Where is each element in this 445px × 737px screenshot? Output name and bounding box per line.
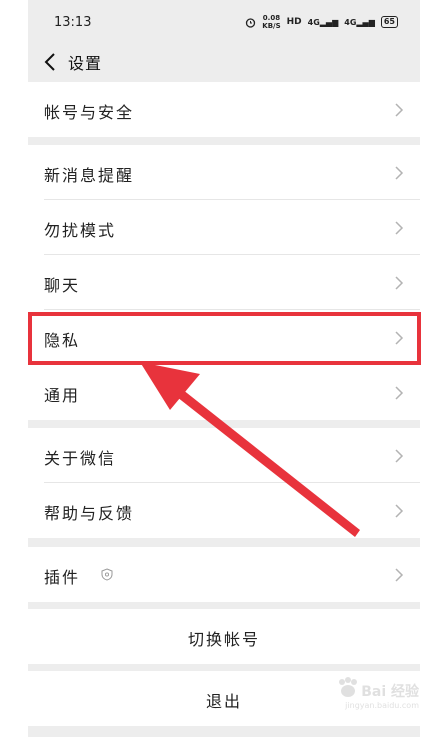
group-messages: 新消息提醒 勿扰模式 聊天 隐私 通用 [28, 145, 420, 420]
menu-item-help-feedback[interactable]: 帮助与反馈 [28, 483, 420, 538]
nav-header: 设置 [28, 44, 420, 82]
net-speed-unit: KB/S [262, 22, 281, 30]
paw-logo-icon [339, 677, 357, 697]
menu-item-chat[interactable]: 聊天 [28, 255, 420, 310]
back-arrow-icon[interactable] [40, 50, 60, 74]
menu-item-new-message-alert[interactable]: 新消息提醒 [28, 145, 420, 200]
chevron-right-icon [395, 166, 404, 180]
menu-item-plugins[interactable]: 插件 [28, 547, 420, 602]
watermark-text: Bai 经验 [361, 684, 419, 700]
chevron-right-icon [395, 221, 404, 235]
menu-item-label: 新消息提醒 [44, 166, 135, 185]
menu-item-label: 帮助与反馈 [44, 504, 135, 523]
net-speed: 0.08 KB/S [262, 14, 280, 30]
net-speed-value: 0.08 [262, 14, 281, 22]
chevron-right-icon [395, 568, 404, 582]
menu-item-label: 关于微信 [44, 449, 117, 468]
hd-icon: HD [286, 17, 302, 27]
chevron-right-icon [395, 504, 404, 518]
status-time: 13:13 [54, 15, 92, 30]
chevron-right-icon [395, 276, 404, 290]
watermark-url: jingyan.baidu.com [345, 701, 419, 710]
group-about: 关于微信 帮助与反馈 [28, 428, 420, 538]
chevron-right-icon [395, 449, 404, 463]
signal-icon-1: 4G▂▄▆ [307, 17, 339, 27]
switch-account-label: 切换帐号 [187, 630, 260, 649]
shield-icon [101, 568, 113, 581]
menu-item-do-not-disturb[interactable]: 勿扰模式 [28, 200, 420, 255]
signal-1-label: 4G [307, 17, 320, 27]
privacy-highlight-box [28, 312, 421, 365]
alarm-icon [246, 17, 256, 28]
group-plugins: 插件 [28, 547, 420, 602]
menu-item-about-wechat[interactable]: 关于微信 [28, 428, 420, 483]
phone-screen: 13:13 0.08 KB/S HD 4G▂▄▆ 4G▂▄▆ 65 设置 帐号与… [28, 0, 420, 737]
signal-2-label: 4G [344, 17, 357, 27]
chevron-right-icon [395, 103, 404, 117]
menu-item-label: 插件 [44, 568, 81, 587]
status-bar: 13:13 0.08 KB/S HD 4G▂▄▆ 4G▂▄▆ 65 [28, 0, 420, 44]
signal-icon-2: 4G▂▄▆ [344, 17, 375, 27]
menu-item-label: 勿扰模式 [44, 221, 117, 240]
baidu-watermark: Bai 经验 jingyan.baidu.com [329, 677, 419, 719]
status-icons: 0.08 KB/S HD 4G▂▄▆ 4G▂▄▆ 65 [245, 14, 398, 30]
menu-item-label: 帐号与安全 [44, 103, 135, 122]
menu-item-general[interactable]: 通用 [28, 365, 420, 420]
menu-item-label: 通用 [44, 386, 81, 405]
battery-icon: 65 [380, 16, 398, 28]
group-account: 帐号与安全 [28, 82, 420, 137]
switch-account-button[interactable]: 切换帐号 [28, 609, 420, 664]
chevron-right-icon [395, 386, 404, 400]
page-title: 设置 [68, 54, 103, 73]
menu-item-account-security[interactable]: 帐号与安全 [28, 82, 420, 137]
menu-item-label: 聊天 [44, 276, 81, 295]
bottom-spacer [28, 726, 420, 737]
